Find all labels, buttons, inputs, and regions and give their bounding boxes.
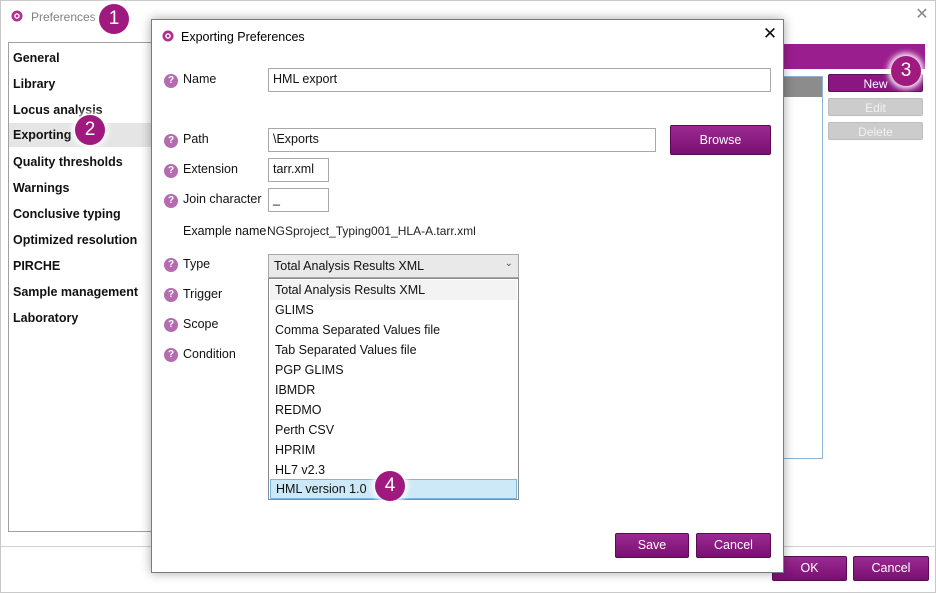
dropdown-option[interactable]: Perth CSV <box>270 420 517 440</box>
window-title: Preferences <box>31 10 96 24</box>
exporting-preferences-dialog: Exporting Preferences ✕ ? Name HML expor… <box>151 19 784 573</box>
edit-button[interactable]: Edit <box>828 98 923 116</box>
chevron-down-icon: ⌄ <box>504 258 513 269</box>
export-list[interactable] <box>784 76 823 459</box>
help-icon[interactable]: ? <box>164 134 178 148</box>
gear-icon <box>162 30 174 42</box>
type-dropdown-list: Total Analysis Results XML GLIMS Comma S… <box>268 278 519 500</box>
nav-item-pirche[interactable]: PIRCHE <box>13 259 60 273</box>
trigger-label: Trigger <box>183 287 223 301</box>
join-character-field[interactable]: _ <box>268 188 329 212</box>
delete-button[interactable]: Delete <box>828 122 923 140</box>
callout-badge-4: 4 <box>375 471 405 501</box>
help-icon[interactable]: ? <box>164 194 178 208</box>
example-name-label: Example name <box>183 224 267 238</box>
nav-item-laboratory[interactable]: Laboratory <box>13 311 78 325</box>
callout-badge-3: 3 <box>891 56 921 86</box>
type-select[interactable]: Total Analysis Results XML ⌄ <box>268 254 519 278</box>
example-name-value: NGSproject_Typing001_HLA-A.tarr.xml <box>267 224 476 238</box>
dropdown-option[interactable]: Comma Separated Values file <box>270 320 517 340</box>
name-label: Name <box>183 72 217 86</box>
dropdown-option[interactable]: GLIMS <box>270 300 517 320</box>
nav-item-warnings[interactable]: Warnings <box>13 181 69 195</box>
type-select-value: Total Analysis Results XML <box>274 259 425 273</box>
dropdown-option[interactable]: IBMDR <box>270 380 517 400</box>
nav-item-sample-management[interactable]: Sample management <box>13 285 138 299</box>
nav-item-quality-thresholds[interactable]: Quality thresholds <box>13 155 123 169</box>
dropdown-option[interactable]: PGP GLIMS <box>270 360 517 380</box>
join-character-label: Join character <box>183 192 262 206</box>
type-label: Type <box>183 257 211 271</box>
dropdown-option[interactable]: REDMO <box>270 400 517 420</box>
name-field[interactable]: HML export <box>268 68 771 92</box>
help-icon[interactable]: ? <box>164 74 178 88</box>
dropdown-option[interactable]: Total Analysis Results XML <box>270 280 517 300</box>
path-label: Path <box>183 132 209 146</box>
help-icon[interactable]: ? <box>164 164 178 178</box>
nav-item-conclusive-typing[interactable]: Conclusive typing <box>13 207 121 221</box>
help-icon[interactable]: ? <box>164 318 178 332</box>
close-icon[interactable]: ✕ <box>913 6 931 24</box>
help-icon[interactable]: ? <box>164 258 178 272</box>
callout-badge-2: 2 <box>75 115 105 145</box>
help-icon[interactable]: ? <box>164 348 178 362</box>
close-icon[interactable]: ✕ <box>762 25 778 42</box>
dropdown-option[interactable]: Tab Separated Values file <box>270 340 517 360</box>
dropdown-option[interactable]: HPRIM <box>270 440 517 460</box>
condition-label: Condition <box>183 347 236 361</box>
nav-item-general[interactable]: General <box>13 51 60 65</box>
extension-field[interactable]: tarr.xml <box>268 158 329 182</box>
nav-item-optimized-resolution[interactable]: Optimized resolution <box>13 233 137 247</box>
dialog-title: Exporting Preferences <box>181 30 305 44</box>
path-field[interactable]: \Exports <box>268 128 656 152</box>
export-list-column-header <box>784 77 822 97</box>
save-button[interactable]: Save <box>615 533 689 558</box>
cancel-button[interactable]: Cancel <box>853 556 929 581</box>
help-icon[interactable]: ? <box>164 288 178 302</box>
browse-button[interactable]: Browse <box>670 125 771 155</box>
gear-icon <box>11 10 23 22</box>
cancel-button[interactable]: Cancel <box>696 533 771 558</box>
nav-item-library[interactable]: Library <box>13 77 55 91</box>
callout-badge-1: 1 <box>99 4 129 34</box>
scope-label: Scope <box>183 317 219 331</box>
extension-label: Extension <box>183 162 238 176</box>
